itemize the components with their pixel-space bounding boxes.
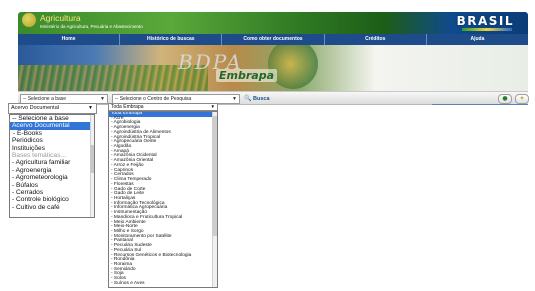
check-circle-icon: ● xyxy=(502,95,508,102)
busca-button[interactable]: 🔍 Busca xyxy=(244,94,270,104)
chevron-down-icon: ▼ xyxy=(88,105,93,111)
scrollbar[interactable] xyxy=(90,115,94,217)
list-item[interactable]: -- Selecione a base xyxy=(10,115,94,122)
brasil-color-strip xyxy=(462,28,512,31)
search-icon: 🔍 xyxy=(244,96,252,102)
embrapa-logo[interactable]: Embrapa xyxy=(216,69,277,82)
brasil-logo[interactable]: BRASIL xyxy=(457,14,514,28)
list-item[interactable]: - E-Books xyxy=(10,130,94,137)
list-item[interactable]: - Agroenergia xyxy=(10,167,94,174)
list-item[interactable]: - Cerrados xyxy=(10,189,94,196)
list-item[interactable]: - Búfalos xyxy=(10,182,94,189)
nav-home[interactable]: Home xyxy=(18,34,121,45)
list-item[interactable]: - Controle biológico xyxy=(10,196,94,203)
chevron-down-icon: ▼ xyxy=(232,96,237,102)
chevron-down-icon: ▼ xyxy=(100,96,105,102)
list-item[interactable]: - Cultivo de café xyxy=(10,204,94,211)
acervo-options-list[interactable]: -- Selecione a base Acervo Documental - … xyxy=(9,114,95,218)
list-item[interactable]: Periódicos xyxy=(10,137,94,144)
ok-button[interactable]: ● xyxy=(498,94,512,104)
centro-select-value: -- Selecione o Centro de Pesquisa xyxy=(115,96,192,102)
nav-creditos[interactable]: Créditos xyxy=(325,34,427,45)
acervo-select-value: Acervo Documental xyxy=(11,105,59,111)
busca-label: Busca xyxy=(253,96,270,102)
ministry-subtitle: Ministério da Agricultura, Pecuária e Ab… xyxy=(40,24,143,29)
centro-dropdown-value: Toda Embrapa xyxy=(111,104,144,110)
nav-historico-de-buscas[interactable]: Histórico de buscas xyxy=(120,34,223,45)
chevron-down-icon: ▼ xyxy=(210,104,215,109)
nav-ajuda[interactable]: Ajuda xyxy=(427,34,528,45)
centro-dropdown-select[interactable]: Toda Embrapa ▼ xyxy=(108,103,218,111)
lightbulb-icon: ✦ xyxy=(519,95,525,102)
list-item[interactable]: - Agricultura familiar xyxy=(10,159,94,166)
government-header: Agricultura Ministério da Agricultura, P… xyxy=(18,12,528,34)
list-item[interactable]: - Suínos e Aves xyxy=(109,281,217,287)
ministry-title: Agricultura xyxy=(40,13,81,23)
bdpa-banner: BDPA Embrapa xyxy=(18,45,528,91)
acervo-select[interactable]: Acervo Documental ▼ xyxy=(8,103,97,114)
centro-options-list[interactable]: Toda Embrapa - Acre - Agrobiologia - Agr… xyxy=(108,111,218,288)
list-item[interactable]: Instituições xyxy=(10,145,94,152)
help-button[interactable]: ✦ xyxy=(515,94,529,104)
list-item-selected[interactable]: Acervo Documental xyxy=(10,122,94,130)
main-nav: Home Histórico de buscas Como obter docu… xyxy=(18,34,528,45)
scrollbar[interactable] xyxy=(212,112,217,287)
banner-plant-image xyxy=(268,45,318,89)
list-item[interactable]: - Agrometeorologia xyxy=(10,174,94,181)
nav-como-obter-documentos[interactable]: Como obter documentos xyxy=(222,34,325,45)
scrollbar-thumb[interactable] xyxy=(90,145,94,173)
list-group-label: Bases temáticas... xyxy=(12,151,66,159)
divider xyxy=(432,104,528,105)
scrollbar-thumb[interactable] xyxy=(212,116,217,236)
ministry-emblem-icon xyxy=(22,13,36,27)
base-select-value: -- Selecione a base xyxy=(23,96,67,102)
